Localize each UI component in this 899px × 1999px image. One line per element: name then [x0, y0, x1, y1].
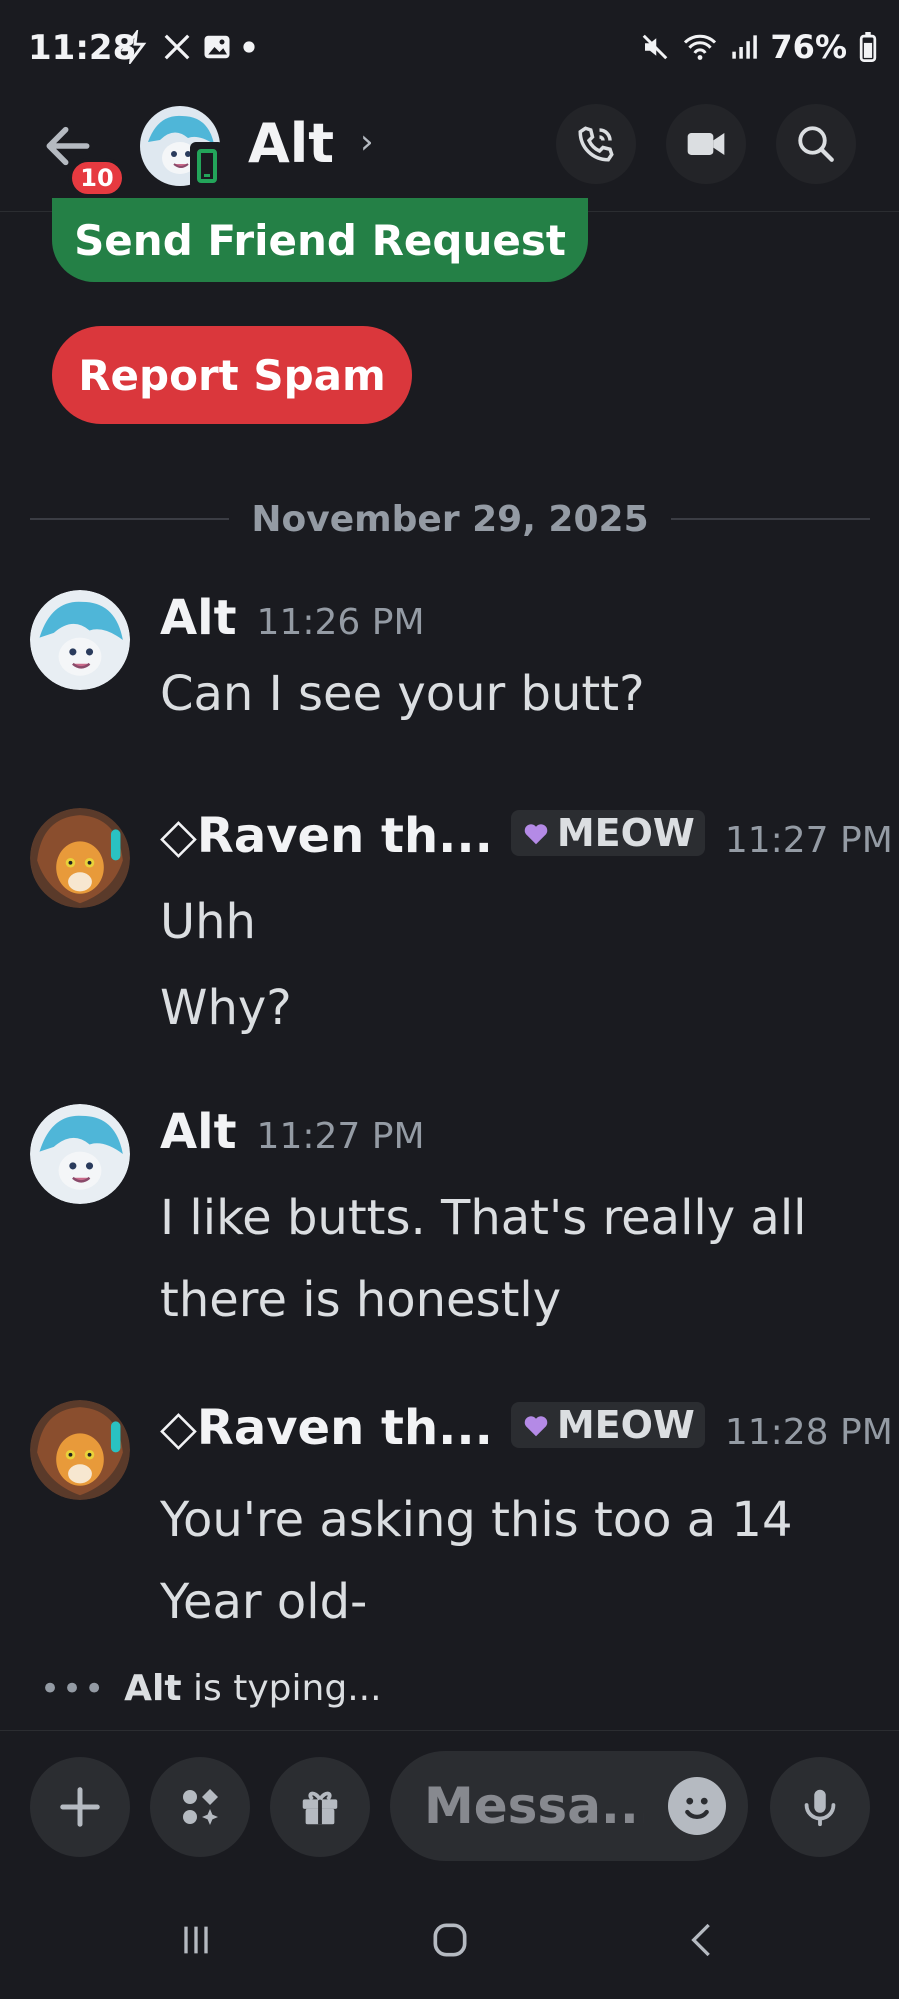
voice-message-button[interactable] [770, 1757, 870, 1857]
avatar[interactable] [30, 1400, 130, 1500]
heart-icon [524, 1416, 548, 1437]
call-icon [578, 126, 614, 162]
x-logo-icon [164, 34, 190, 60]
avatar[interactable] [30, 808, 130, 908]
gift-button[interactable] [270, 1757, 370, 1857]
header-avatar[interactable] [138, 104, 224, 190]
message-author[interactable]: ◇Raven th... [160, 808, 493, 864]
message-text: You're asking this too a 14 [160, 1492, 793, 1548]
heart-icon [524, 824, 548, 845]
gallery-icon [204, 35, 230, 59]
date-divider: November 29, 2025 [30, 497, 871, 541]
battery-percent: 76% [770, 28, 847, 66]
message-text: there is honestly [160, 1272, 562, 1328]
recent-apps-button[interactable] [166, 1910, 226, 1970]
server-tag-label: MEOW [556, 1403, 695, 1447]
typing-indicator: ••• Alt is typing... [40, 1668, 382, 1709]
alt-avatar-image [30, 1104, 130, 1204]
message-author[interactable]: Alt [160, 1104, 237, 1160]
report-spam-button[interactable]: Report Spam [52, 326, 412, 424]
chevron-left-icon [691, 1923, 710, 1957]
mute-icon [643, 34, 668, 60]
signal-icon [732, 35, 758, 59]
mobile-status-icon [190, 142, 224, 190]
home-button[interactable] [420, 1910, 480, 1970]
unread-badge: 10 [68, 158, 126, 198]
apps-button[interactable] [150, 1757, 250, 1857]
message-author[interactable]: Alt [160, 590, 237, 646]
typing-text: is typing... [193, 1668, 382, 1709]
system-nav-bar [0, 1880, 899, 1999]
message-group: Alt 11:27 PM I like butts. That's really… [30, 1104, 880, 1334]
typing-user: Alt [124, 1668, 182, 1709]
message-author[interactable]: ◇Raven th... [160, 1400, 493, 1456]
video-icon [687, 133, 725, 155]
message-time: 11:27 PM [724, 820, 893, 861]
status-bar: 11:28 76% [0, 0, 899, 100]
message-input-container[interactable] [390, 1751, 748, 1861]
raven-avatar-image [30, 808, 130, 908]
emoji-button[interactable] [668, 1777, 726, 1835]
message-text: Can I see your butt? [160, 666, 645, 722]
recent-apps-icon [184, 1926, 208, 1954]
chat-title[interactable]: Alt [248, 112, 334, 175]
back-nav-button[interactable] [672, 1910, 732, 1970]
avatar[interactable] [30, 590, 130, 690]
message-time: 11:27 PM [256, 1116, 425, 1157]
gift-icon [302, 1791, 338, 1825]
message-text: Why? [160, 980, 292, 1036]
message-text: Year old- [160, 1574, 368, 1630]
smile-icon [685, 1797, 709, 1820]
send-friend-request-button[interactable]: Send Friend Request [52, 198, 588, 282]
wifi-icon [684, 34, 717, 60]
battery-icon [859, 32, 877, 62]
server-tag[interactable]: MEOW [510, 810, 705, 856]
plus-icon [60, 1787, 100, 1827]
message-time: 11:26 PM [256, 602, 425, 643]
raven-avatar-image [30, 1400, 130, 1500]
bolt-icon [120, 30, 147, 64]
message-input[interactable] [424, 1777, 644, 1835]
search-icon [798, 126, 834, 162]
server-tag[interactable]: MEOW [510, 1402, 705, 1448]
avatar[interactable] [30, 1104, 130, 1204]
video-call-button[interactable] [666, 104, 746, 184]
voice-call-button[interactable] [556, 104, 636, 184]
apps-icon [183, 1789, 218, 1825]
add-attachment-button[interactable] [30, 1757, 130, 1857]
typing-dots-icon: ••• [40, 1668, 107, 1709]
alt-avatar-image [30, 590, 130, 690]
search-button[interactable] [776, 104, 856, 184]
message-group: ◇Raven th... MEOW 11:28 PM You're asking… [30, 1400, 893, 1640]
composer-bar [0, 1730, 899, 1861]
message-text: I like butts. That's really all [160, 1190, 807, 1246]
message-group: Alt 11:26 PM Can I see your butt? [30, 590, 880, 740]
chat-header: 10 Alt › [0, 100, 899, 212]
chevron-right-icon[interactable]: › [360, 122, 374, 162]
message-time: 11:28 PM [724, 1412, 893, 1453]
home-icon [433, 1923, 467, 1957]
dot-icon [243, 41, 255, 53]
message-text: Uhh [160, 894, 256, 950]
server-tag-label: MEOW [556, 811, 695, 855]
message-group: ◇Raven th... MEOW 11:27 PM Uhh Why? [30, 808, 893, 1038]
microphone-icon [804, 1789, 836, 1827]
date-divider-label: November 29, 2025 [251, 498, 649, 540]
